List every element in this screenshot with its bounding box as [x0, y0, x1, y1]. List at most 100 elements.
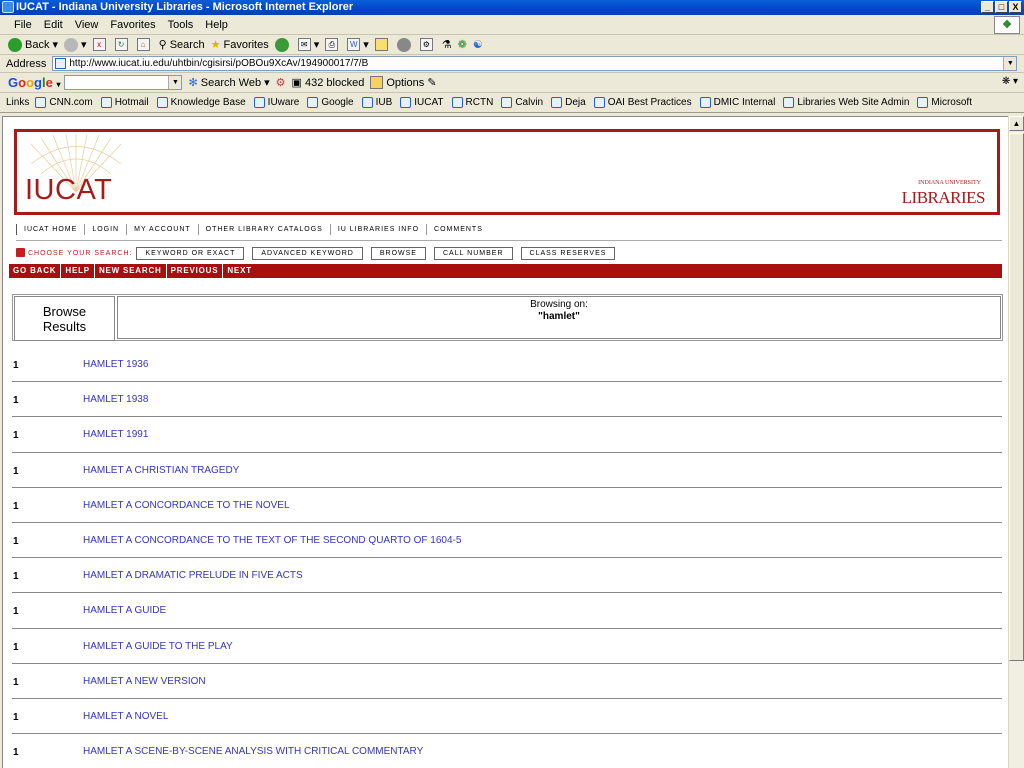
- nav-iucat-home[interactable]: IUCAT HOME: [16, 223, 84, 235]
- result-title-link[interactable]: HAMLET A GUIDE: [83, 605, 166, 616]
- favorites-button[interactable]: ★ Favorites: [211, 38, 269, 52]
- link-cnn[interactable]: CNN.com: [35, 97, 93, 108]
- scrollbar-thumb[interactable]: [1009, 133, 1024, 661]
- popup-blocker-icon: ▣: [291, 77, 305, 89]
- nav-comments[interactable]: COMMENTS: [426, 223, 490, 235]
- link-oai-best-practices[interactable]: OAI Best Practices: [593, 97, 692, 108]
- result-title-link[interactable]: HAMLET A DRAMATIC PRELUDE IN FIVE ACTS: [83, 570, 303, 581]
- research-button[interactable]: ⚙: [419, 38, 436, 51]
- addon-icon: ☯: [472, 39, 483, 51]
- link-iub[interactable]: IUB: [361, 97, 392, 108]
- link-label: Microsoft: [931, 97, 972, 108]
- menu-edit[interactable]: Edit: [38, 19, 69, 31]
- result-title-link[interactable]: HAMLET A CONCORDANCE TO THE NOVEL: [83, 500, 290, 511]
- link-microsoft[interactable]: Microsoft: [917, 97, 972, 108]
- link-label: RCTN: [465, 97, 494, 108]
- menu-favorites[interactable]: Favorites: [104, 19, 161, 31]
- next-button[interactable]: NEXT: [223, 264, 256, 278]
- vertical-scrollbar[interactable]: ▲: [1008, 116, 1024, 768]
- search-button[interactable]: ⚲ Search: [159, 38, 205, 52]
- folder-button[interactable]: [374, 38, 391, 51]
- minimize-button[interactable]: _: [981, 1, 994, 13]
- result-title-link[interactable]: HAMLET 1936: [83, 359, 148, 370]
- link-calvin[interactable]: Calvin: [501, 97, 543, 108]
- google-search-dropdown-icon[interactable]: ▼: [168, 76, 182, 89]
- link-hotmail[interactable]: Hotmail: [100, 97, 149, 108]
- indiana-university-wordmark: INDIANA UNIVERSITY: [918, 180, 981, 186]
- maximize-button[interactable]: □: [995, 1, 1008, 13]
- link-label: Knowledge Base: [170, 97, 246, 108]
- messenger-button[interactable]: [396, 37, 414, 52]
- result-title-link[interactable]: HAMLET A SCENE-BY-SCENE ANALYSIS WITH CR…: [83, 746, 423, 757]
- link-iucat[interactable]: IUCAT: [400, 97, 444, 108]
- link-google[interactable]: Google: [307, 97, 354, 108]
- keyword-or-exact-button[interactable]: KEYWORD OR EXACT: [136, 246, 245, 260]
- link-iuware[interactable]: IUware: [253, 97, 299, 108]
- history-button[interactable]: [274, 37, 292, 52]
- browse-button[interactable]: BROWSE: [370, 246, 426, 260]
- link-rctn[interactable]: RCTN: [451, 97, 494, 108]
- popup-blocker-button[interactable]: ▣ 432 blocked: [291, 76, 365, 90]
- links-bar: Links CNN.com Hotmail Knowledge Base IUw…: [0, 93, 1024, 113]
- forward-button[interactable]: ▾: [64, 37, 87, 52]
- address-input[interactable]: http://www.iucat.iu.edu/uhtbin/cgisirsi/…: [52, 56, 1018, 71]
- class-reserves-button[interactable]: CLASS RESERVES: [520, 246, 616, 260]
- ie-page-icon: [253, 97, 265, 108]
- tool-icon: ⚗: [441, 39, 452, 51]
- print-button[interactable]: ⎙: [325, 38, 341, 51]
- google-logo[interactable]: Google ▾: [8, 75, 60, 90]
- nav-my-account[interactable]: MY ACCOUNT: [126, 223, 198, 235]
- link-dmic-internal[interactable]: DMIC Internal: [699, 97, 775, 108]
- addon-button[interactable]: ☯: [473, 38, 483, 51]
- edit-button[interactable]: W ▾: [347, 38, 369, 51]
- link-deja[interactable]: Deja: [551, 97, 586, 108]
- new-search-button[interactable]: NEW SEARCH: [95, 264, 167, 278]
- close-button[interactable]: X: [1009, 1, 1022, 13]
- top-nav: IUCAT HOME LOGIN MY ACCOUNT OTHER LIBRAR…: [16, 220, 1002, 238]
- refresh-button[interactable]: ↻: [114, 38, 131, 51]
- research-dropdown-icon[interactable]: ❋ ▾: [1002, 76, 1018, 87]
- result-title-link[interactable]: HAMLET A CONCORDANCE TO THE TEXT OF THE …: [83, 535, 461, 546]
- plugin-button[interactable]: ❁: [458, 38, 467, 51]
- menu-file[interactable]: File: [8, 19, 38, 31]
- scroll-up-arrow-icon[interactable]: ▲: [1009, 116, 1024, 131]
- link-knowledge-base[interactable]: Knowledge Base: [156, 97, 246, 108]
- libraries-logo[interactable]: LIBRARIES: [902, 188, 986, 208]
- go-back-button[interactable]: GO BACK: [9, 264, 62, 278]
- ie-page-icon: [551, 97, 563, 108]
- window-titlebar: IUCAT - Indiana University Libraries - M…: [0, 0, 1024, 15]
- google-search-input[interactable]: ▼: [64, 75, 183, 90]
- result-title-link[interactable]: HAMLET 1938: [83, 394, 148, 405]
- nav-login[interactable]: LOGIN: [84, 223, 126, 235]
- stop-button[interactable]: x: [92, 38, 109, 51]
- call-number-button[interactable]: CALL NUMBER: [433, 246, 513, 260]
- mail-button[interactable]: ✉ ▾: [297, 38, 319, 51]
- browse-heading-line2: Results: [42, 318, 87, 334]
- menu-help[interactable]: Help: [199, 19, 234, 31]
- advanced-keyword-button[interactable]: ADVANCED KEYWORD: [252, 246, 363, 260]
- menu-view[interactable]: View: [69, 19, 105, 31]
- nav-other-library-catalogs[interactable]: OTHER LIBRARY CATALOGS: [197, 223, 330, 235]
- address-dropdown-icon[interactable]: ▼: [1003, 57, 1017, 70]
- ie-icon: [2, 1, 14, 13]
- home-button[interactable]: ⌂: [136, 38, 153, 51]
- result-title-link[interactable]: HAMLET A NOVEL: [83, 711, 168, 722]
- result-row: 1 HAMLET A DRAMATIC PRELUDE IN FIVE ACTS: [12, 558, 1002, 594]
- results-list: 1 HAMLET 1936 1 HAMLET 1938 1 HAMLET 1991 1…: [12, 347, 1002, 768]
- research-icon: ⚙: [419, 38, 433, 51]
- pagerank-button[interactable]: ⚙: [276, 76, 286, 89]
- tool-button[interactable]: ⚗: [442, 38, 452, 51]
- options-button[interactable]: Options ✎: [370, 76, 437, 89]
- help-button[interactable]: HELP: [61, 264, 95, 278]
- iucat-logo[interactable]: IUCAT: [25, 174, 112, 207]
- previous-button[interactable]: PREVIOUS: [167, 264, 224, 278]
- menu-tools[interactable]: Tools: [162, 19, 200, 31]
- back-button[interactable]: Back ▾: [8, 37, 58, 52]
- result-title-link[interactable]: HAMLET 1991: [83, 429, 148, 440]
- result-title-link[interactable]: HAMLET A GUIDE TO THE PLAY: [83, 641, 233, 652]
- link-libraries-web-site-admin[interactable]: Libraries Web Site Admin: [783, 97, 909, 108]
- search-web-button[interactable]: ✻ Search Web ▾: [188, 76, 269, 90]
- result-title-link[interactable]: HAMLET A CHRISTIAN TRAGEDY: [83, 465, 239, 476]
- nav-iu-libraries-info[interactable]: IU LIBRARIES INFO: [329, 223, 426, 235]
- result-title-link[interactable]: HAMLET A NEW VERSION: [83, 676, 206, 687]
